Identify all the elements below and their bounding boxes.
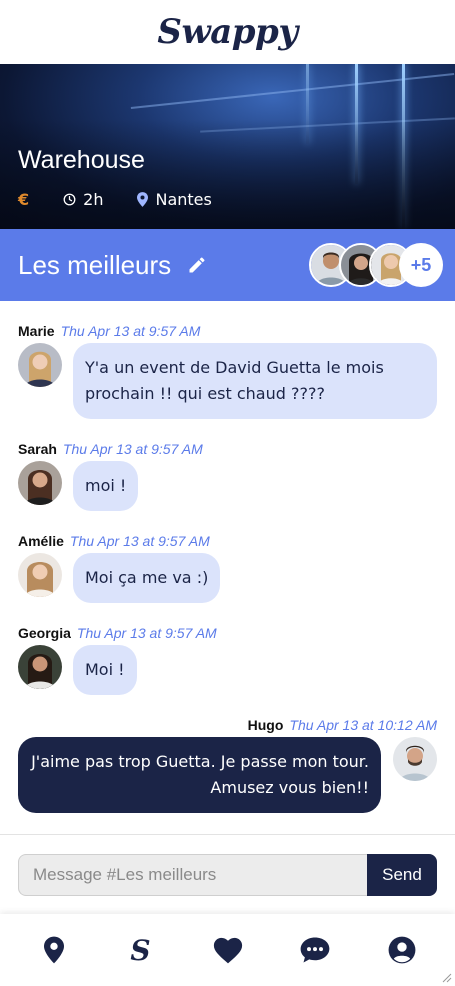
message-author: Hugo [247, 717, 284, 733]
avatar[interactable] [18, 645, 62, 689]
group-members[interactable]: +5 [309, 243, 443, 287]
message-author: Georgia [18, 625, 71, 641]
message-row: J'aime pas trop Guetta. Je passe mon tou… [18, 737, 437, 813]
message-bubble: J'aime pas trop Guetta. Je passe mon tou… [18, 737, 381, 813]
avatar[interactable] [393, 737, 437, 781]
duration-label: 2h [83, 190, 104, 209]
group-header: Les meilleurs +5 [0, 229, 455, 301]
message-row: Moi ! [18, 645, 437, 695]
message-item: Marie Thu Apr 13 at 9:57 AM Y'a un event… [18, 323, 437, 419]
edit-group-button[interactable] [187, 255, 207, 275]
location-label: Nantes [155, 190, 212, 209]
message-header: Amélie Thu Apr 13 at 9:57 AM [18, 533, 437, 549]
venue-location: Nantes [137, 190, 212, 209]
venue-meta: € 2h Nantes [18, 190, 246, 209]
message-item: Sarah Thu Apr 13 at 9:57 AM moi ! [18, 441, 437, 511]
send-button[interactable]: Send [367, 853, 437, 896]
message-time: Thu Apr 13 at 9:57 AM [62, 441, 203, 457]
message-header: Marie Thu Apr 13 at 9:57 AM [18, 323, 437, 339]
map-pin-icon [137, 192, 149, 207]
top-bar: Swappy [0, 0, 455, 64]
message-composer: Send [0, 834, 455, 914]
message-author: Marie [18, 323, 55, 339]
price-label: € [18, 190, 30, 209]
pencil-icon [189, 257, 205, 273]
venue-name: Warehouse [18, 146, 145, 174]
message-bubble: Moi ! [73, 645, 137, 695]
message-header: Sarah Thu Apr 13 at 9:57 AM [18, 441, 437, 457]
nav-map[interactable] [32, 928, 76, 972]
app-root: Swappy Warehouse € 2h Nantes Les meilleu… [0, 0, 455, 986]
avatar[interactable] [18, 461, 62, 505]
nav-profile[interactable] [380, 928, 424, 972]
message-row: moi ! [18, 461, 437, 511]
swappy-s-icon: S [130, 933, 151, 967]
app-logo[interactable]: Swappy [157, 12, 298, 52]
heart-icon [213, 937, 242, 963]
more-members-count: +5 [399, 243, 443, 287]
message-item-own: Hugo Thu Apr 13 at 10:12 AM J'aime pas t… [18, 717, 437, 813]
message-header: Georgia Thu Apr 13 at 9:57 AM [18, 625, 437, 641]
message-input[interactable] [18, 853, 367, 896]
message-item: Amélie Thu Apr 13 at 9:57 AM Moi ça me v… [18, 533, 437, 603]
message-bubble: Y'a un event de David Guetta le mois pro… [73, 343, 437, 419]
resize-handle-icon[interactable] [440, 971, 452, 983]
message-time: Thu Apr 13 at 9:57 AM [69, 533, 210, 549]
nav-home[interactable]: S [119, 928, 163, 972]
clock-icon [63, 193, 76, 206]
venue-duration: 2h [63, 190, 103, 209]
user-circle-icon [388, 936, 415, 964]
bottom-nav: S [0, 914, 455, 986]
avatar[interactable] [18, 343, 62, 387]
message-time: Thu Apr 13 at 9:57 AM [60, 323, 201, 339]
message-header: Hugo Thu Apr 13 at 10:12 AM [18, 717, 437, 733]
message-item: Georgia Thu Apr 13 at 9:57 AM Moi ! [18, 625, 437, 695]
message-row: Moi ça me va :) [18, 553, 437, 603]
message-author: Sarah [18, 441, 57, 457]
nav-messages[interactable] [293, 928, 337, 972]
hero-decor [130, 73, 455, 109]
map-pin-icon [43, 936, 64, 964]
avatar[interactable] [18, 553, 62, 597]
group-name: Les meilleurs [18, 249, 172, 280]
venue-price: € [18, 190, 29, 209]
message-list[interactable]: Marie Thu Apr 13 at 9:57 AM Y'a un event… [0, 301, 455, 834]
message-time: Thu Apr 13 at 9:57 AM [76, 625, 217, 641]
message-bubble: moi ! [73, 461, 139, 511]
venue-hero: Warehouse € 2h Nantes [0, 64, 455, 229]
chat-bubble-icon [300, 937, 329, 963]
message-bubble: Moi ça me va :) [73, 553, 221, 603]
message-row: Y'a un event de David Guetta le mois pro… [18, 343, 437, 419]
message-time: Thu Apr 13 at 10:12 AM [289, 717, 437, 733]
nav-favorites[interactable] [206, 928, 250, 972]
message-author: Amélie [18, 533, 64, 549]
